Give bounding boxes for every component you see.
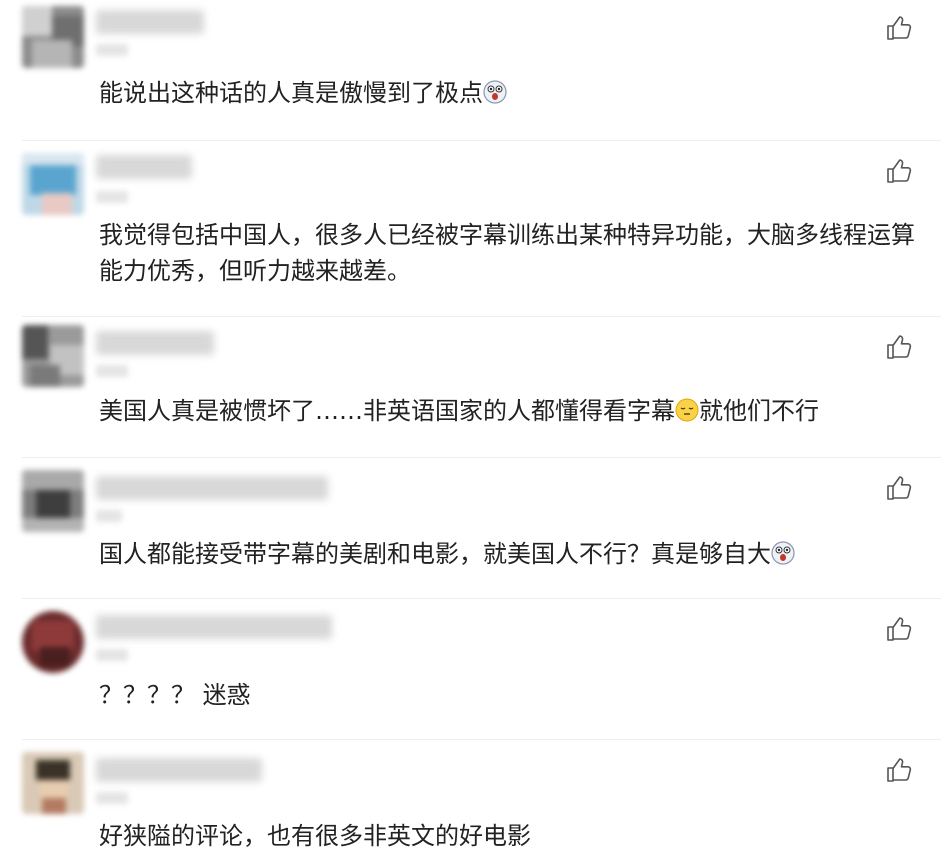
avatar[interactable] [22,611,84,673]
like-button[interactable] [885,333,913,361]
username-blurred[interactable] [96,758,262,782]
thumbs-up-icon [887,758,912,782]
comment-text: 国人都能接受带字幕的美剧和电影，就美国人不行？真是够自大 [99,536,919,572]
username-blurred[interactable] [96,10,204,34]
comment-item: 我觉得包括中国人，很多人已经被字幕训练出某种特异功能，大脑多线程运算能力优秀，但… [0,141,941,316]
avatar[interactable] [22,6,84,68]
thumbs-up-icon [887,16,912,40]
sleepy-face-icon [675,398,699,422]
timestamp-blurred [96,365,128,377]
shocked-face-icon [483,80,507,104]
avatar[interactable] [22,325,84,387]
like-button[interactable] [885,14,913,42]
timestamp-blurred [96,191,128,203]
comment-item: ？？？？ 迷惑 [0,599,941,739]
username-blurred[interactable] [96,615,332,639]
username-blurred[interactable] [96,331,214,355]
comment-text: 能说出这种话的人真是傲慢到了极点 [99,75,919,111]
like-button[interactable] [885,756,913,784]
avatar[interactable] [22,470,84,532]
thumbs-up-icon [887,617,912,641]
timestamp-blurred [96,792,128,804]
comment-text: 好狭隘的评论，也有很多非英文的好电影 [99,822,531,850]
comment-text: ？？？？ 迷惑 [99,681,251,709]
thumbs-up-icon [887,159,912,183]
comment-list: 能说出这种话的人真是傲慢到了极点 我觉得包括中国人，很多人已经被字幕训练出某种特… [0,0,941,853]
timestamp-blurred [96,649,128,661]
comment-item: 美国人真是被惯坏了……非英语国家的人都懂得看字幕 就他们不行 [0,317,941,457]
like-button[interactable] [885,474,913,502]
comment-text: 美国人真是被惯坏了……非英语国家的人都懂得看字幕 就他们不行 [99,397,819,425]
timestamp-blurred [96,510,122,522]
timestamp-blurred [96,44,128,56]
like-button[interactable] [885,615,913,643]
comment-text: 我觉得包括中国人，很多人已经被字幕训练出某种特异功能，大脑多线程运算能力优秀，但… [99,221,915,285]
comment-item: 好狭隘的评论，也有很多非英文的好电影 [0,740,941,853]
thumbs-up-icon [887,335,912,359]
avatar[interactable] [22,153,84,215]
like-button[interactable] [885,157,913,185]
avatar[interactable] [22,752,84,814]
comment-item: 能说出这种话的人真是傲慢到了极点 [0,0,941,140]
username-blurred[interactable] [96,155,192,179]
thumbs-up-icon [887,476,912,500]
shocked-face-icon [771,541,795,565]
username-blurred[interactable] [96,476,328,500]
comment-item: 国人都能接受带字幕的美剧和电影，就美国人不行？真是够自大 [0,458,941,598]
